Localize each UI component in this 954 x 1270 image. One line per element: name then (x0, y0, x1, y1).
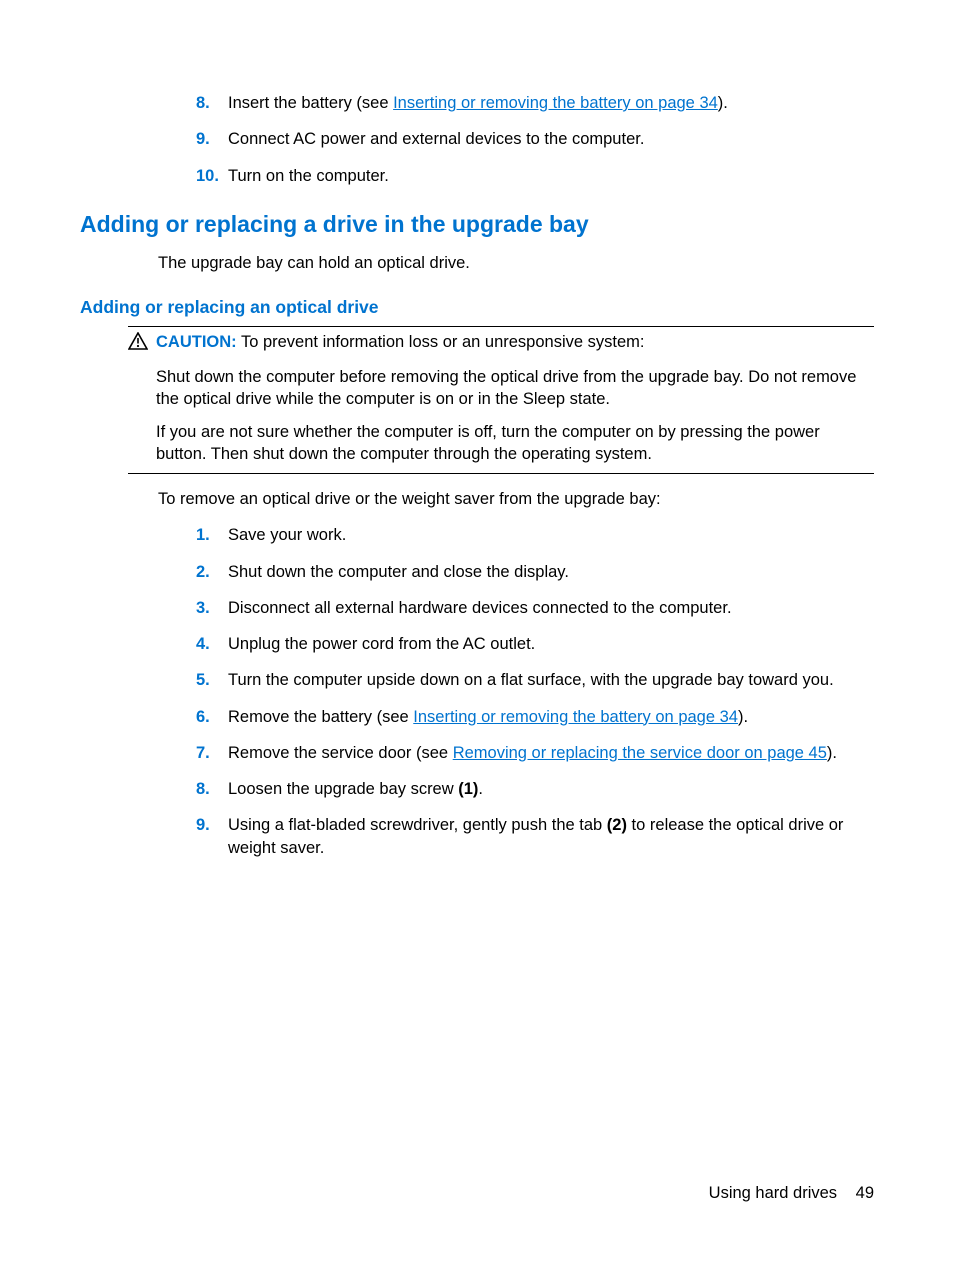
list-item: 5. Turn the computer upside down on a fl… (196, 669, 874, 691)
battery-link[interactable]: Inserting or removing the battery on pag… (393, 94, 718, 112)
step-text: Turn the computer upside down on a flat … (228, 669, 874, 691)
caution-head-text: CAUTION: To prevent information loss or … (156, 331, 644, 353)
step-number: 6. (196, 706, 228, 728)
list-item: 6. Remove the battery (see Inserting or … (196, 706, 874, 728)
list-item: 7. Remove the service door (see Removing… (196, 742, 874, 764)
step-number: 8. (196, 778, 228, 800)
text: Remove the service door (see (228, 744, 453, 762)
list-item: 8. Loosen the upgrade bay screw (1). (196, 778, 874, 800)
page-footer: Using hard drives 49 (709, 1182, 874, 1204)
text: ). (718, 94, 728, 112)
section-intro: The upgrade bay can hold an optical driv… (158, 252, 874, 274)
caution-header: CAUTION: To prevent information loss or … (128, 331, 874, 356)
step-number: 2. (196, 561, 228, 583)
caution-head-rest: To prevent information loss or an unresp… (237, 333, 645, 351)
list-item: 9. Connect AC power and external devices… (196, 128, 874, 150)
service-door-link[interactable]: Removing or replacing the service door o… (453, 744, 827, 762)
callout-bold: (2) (607, 816, 627, 834)
step-text: Using a flat-bladed screwdriver, gently … (228, 814, 874, 859)
step-number: 8. (196, 92, 228, 114)
step-text: Remove the service door (see Removing or… (228, 742, 874, 764)
list-item: 10. Turn on the computer. (196, 165, 874, 187)
step-text: Connect AC power and external devices to… (228, 128, 874, 150)
section-heading: Adding or replacing a drive in the upgra… (80, 209, 874, 240)
caution-paragraph: Shut down the computer before removing t… (156, 366, 874, 411)
step-text: Remove the battery (see Inserting or rem… (228, 706, 874, 728)
step-number: 5. (196, 669, 228, 691)
list-item: 9. Using a flat-bladed screwdriver, gent… (196, 814, 874, 859)
step-number: 9. (196, 814, 228, 836)
step-number: 1. (196, 524, 228, 546)
instruction-lead: To remove an optical drive or the weight… (158, 488, 874, 510)
battery-link[interactable]: Inserting or removing the battery on pag… (413, 708, 738, 726)
callout-bold: (1) (458, 780, 478, 798)
caution-box: CAUTION: To prevent information loss or … (128, 326, 874, 474)
step-text: Shut down the computer and close the dis… (228, 561, 874, 583)
caution-icon (128, 331, 156, 356)
footer-label: Using hard drives (709, 1184, 837, 1202)
caution-label: CAUTION: (156, 333, 237, 351)
step-number: 3. (196, 597, 228, 619)
page-number: 49 (856, 1184, 874, 1202)
text: Insert the battery (see (228, 94, 393, 112)
list-item: 8. Insert the battery (see Inserting or … (196, 92, 874, 114)
text: . (478, 780, 483, 798)
step-number: 9. (196, 128, 228, 150)
caution-paragraph: If you are not sure whether the computer… (156, 421, 874, 466)
text: ). (827, 744, 837, 762)
list-item: 1. Save your work. (196, 524, 874, 546)
list-item: 4. Unplug the power cord from the AC out… (196, 633, 874, 655)
list-item: 3. Disconnect all external hardware devi… (196, 597, 874, 619)
step-text: Save your work. (228, 524, 874, 546)
step-text: Insert the battery (see Inserting or rem… (228, 92, 874, 114)
list-item: 2. Shut down the computer and close the … (196, 561, 874, 583)
step-text: Loosen the upgrade bay screw (1). (228, 778, 874, 800)
subsection-heading: Adding or replacing an optical drive (80, 296, 874, 320)
text: Remove the battery (see (228, 708, 413, 726)
step-number: 7. (196, 742, 228, 764)
continued-step-list: 8. Insert the battery (see Inserting or … (80, 92, 874, 187)
step-number: 10. (196, 165, 228, 187)
step-text: Unplug the power cord from the AC outlet… (228, 633, 874, 655)
step-text: Disconnect all external hardware devices… (228, 597, 874, 619)
page: 8. Insert the battery (see Inserting or … (0, 0, 954, 1270)
text: Loosen the upgrade bay screw (228, 780, 458, 798)
step-text: Turn on the computer. (228, 165, 874, 187)
text: Using a flat-bladed screwdriver, gently … (228, 816, 607, 834)
text: ). (738, 708, 748, 726)
removal-step-list: 1. Save your work. 2. Shut down the comp… (80, 524, 874, 859)
step-number: 4. (196, 633, 228, 655)
